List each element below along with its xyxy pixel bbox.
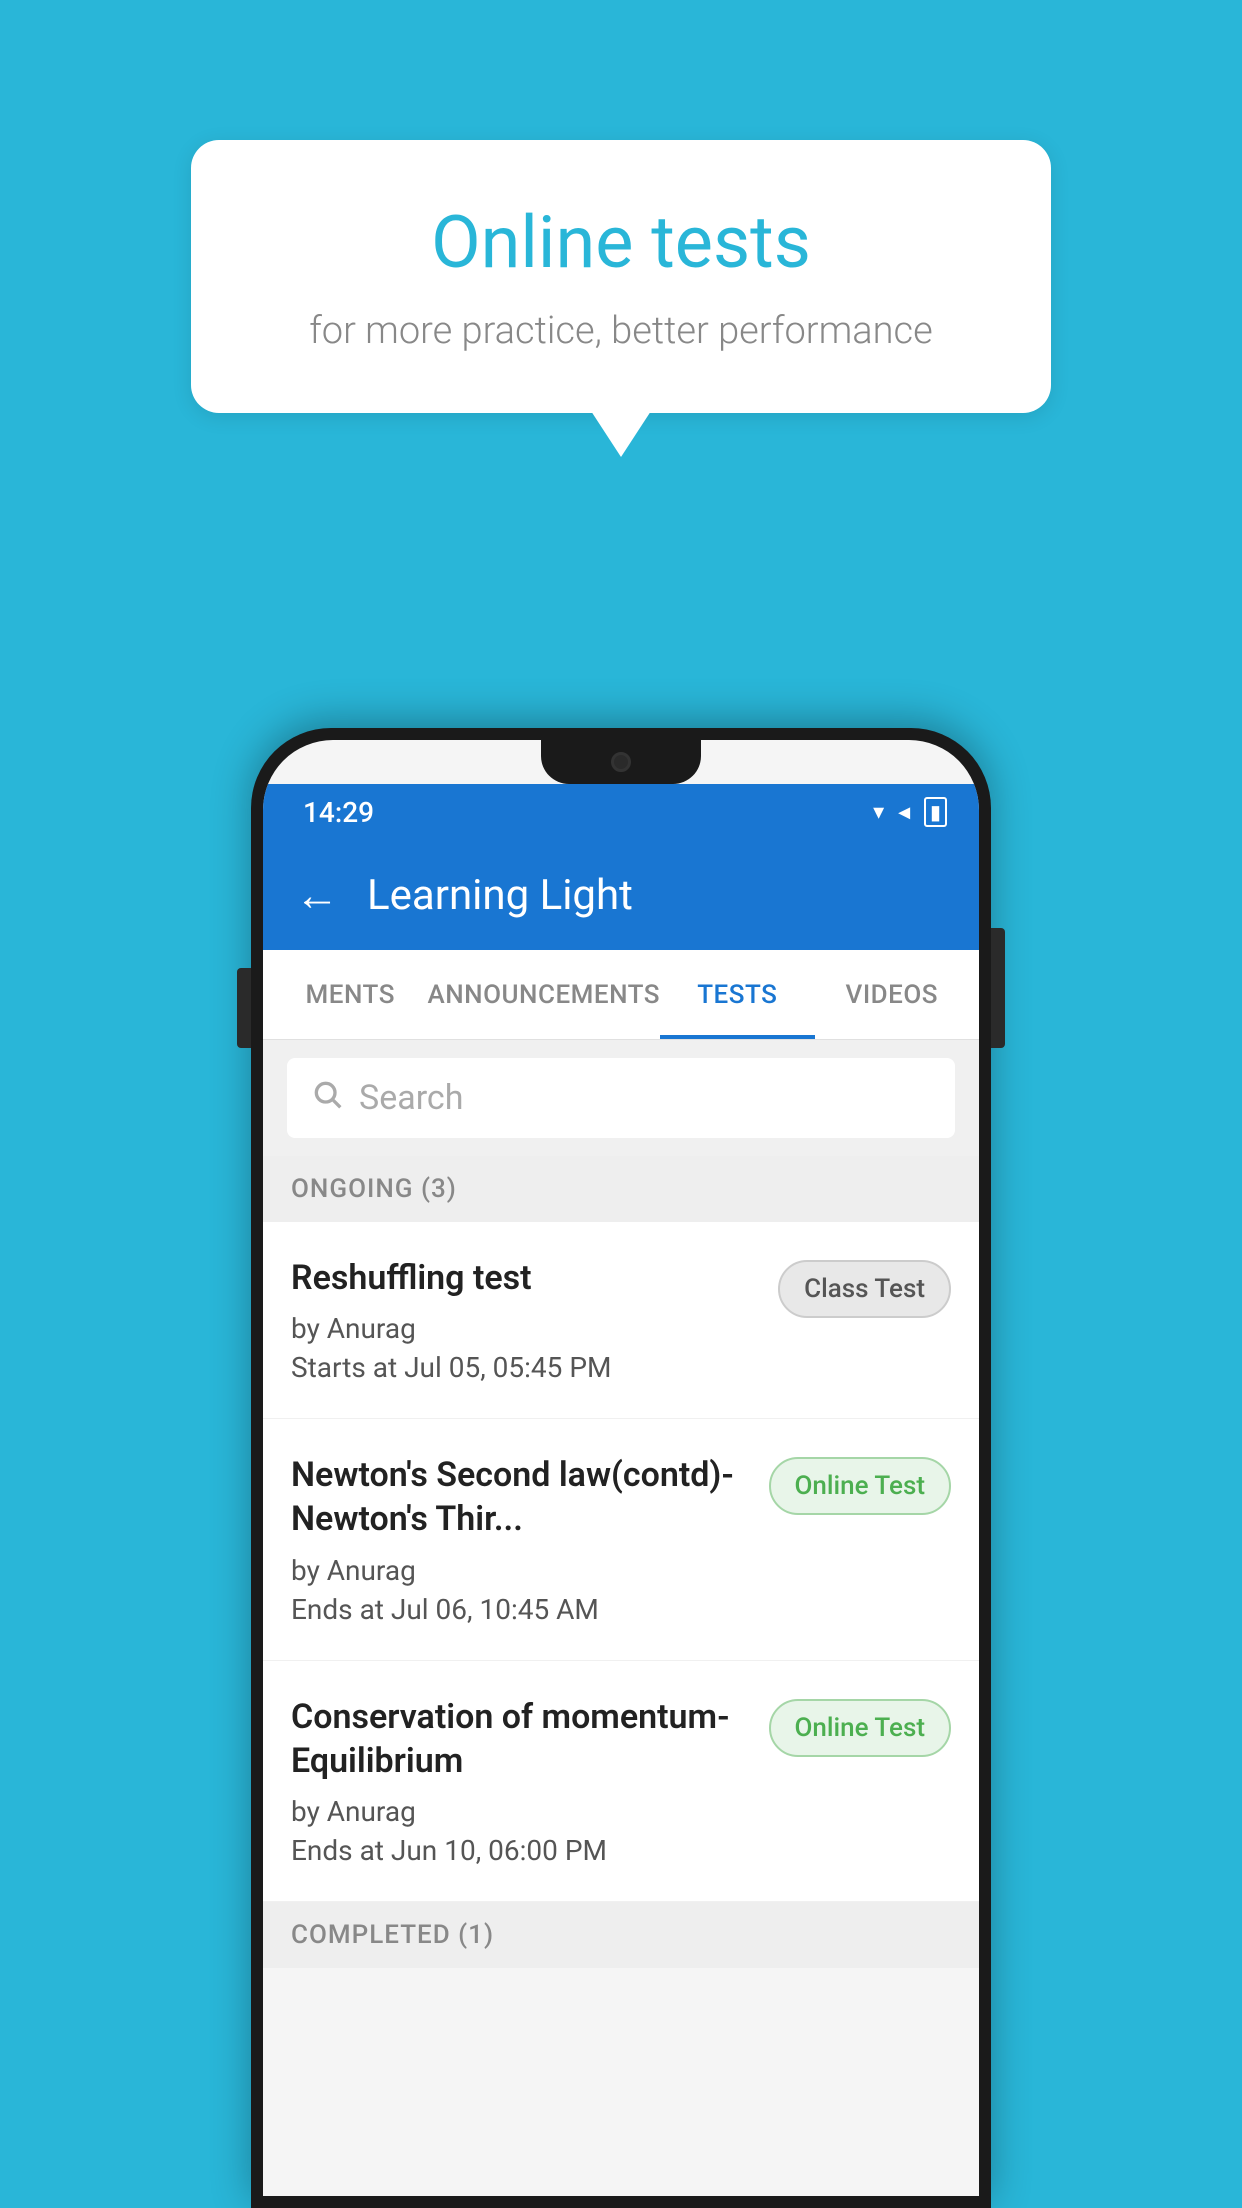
test-item[interactable]: Conservation of momentum-Equilibrium by …	[263, 1661, 979, 1902]
search-bar[interactable]: Search	[287, 1058, 955, 1138]
tab-videos[interactable]: VIDEOS	[815, 950, 969, 1039]
speech-bubble: Online tests for more practice, better p…	[191, 140, 1051, 413]
test-name-1: Reshuffling test	[291, 1256, 758, 1300]
test-name-2: Newton's Second law(contd)-Newton's Thir…	[291, 1453, 749, 1541]
status-icons: ▾ ◄ ▮	[873, 797, 947, 827]
ongoing-label: ONGOING (3)	[291, 1174, 457, 1204]
status-bar: 14:29 ▾ ◄ ▮	[263, 784, 979, 840]
app-title: Learning Light	[367, 871, 633, 920]
phone-outer: 14:29 ▾ ◄ ▮ ← Learning Light MENTS ANNOU…	[251, 728, 991, 2208]
tab-tests[interactable]: TESTS	[660, 950, 814, 1039]
test-info-2: Newton's Second law(contd)-Newton's Thir…	[291, 1453, 769, 1625]
status-time: 14:29	[303, 796, 374, 829]
completed-section-header: COMPLETED (1)	[263, 1902, 979, 1968]
test-item[interactable]: Reshuffling test by Anurag Starts at Jul…	[263, 1222, 979, 1419]
notch	[541, 740, 701, 784]
test-info-3: Conservation of momentum-Equilibrium by …	[291, 1695, 769, 1867]
search-icon	[311, 1077, 343, 1119]
test-time-3: Ends at Jun 10, 06:00 PM	[291, 1834, 749, 1867]
phone-container: 14:29 ▾ ◄ ▮ ← Learning Light MENTS ANNOU…	[251, 728, 991, 2208]
battery-icon: ▮	[924, 797, 947, 827]
test-badge-3: Online Test	[769, 1699, 952, 1757]
search-container: Search	[263, 1040, 979, 1156]
test-list: Reshuffling test by Anurag Starts at Jul…	[263, 1222, 979, 1902]
search-placeholder: Search	[359, 1078, 463, 1118]
tab-announcements[interactable]: ANNOUNCEMENTS	[427, 950, 660, 1039]
test-time-1: Starts at Jul 05, 05:45 PM	[291, 1351, 758, 1384]
bubble-subtitle: for more practice, better performance	[271, 309, 971, 353]
test-author-1: by Anurag	[291, 1312, 758, 1345]
tab-ments[interactable]: MENTS	[273, 950, 427, 1039]
back-button[interactable]: ←	[295, 869, 339, 921]
phone-screen: 14:29 ▾ ◄ ▮ ← Learning Light MENTS ANNOU…	[263, 740, 979, 2196]
camera	[611, 752, 631, 772]
bubble-title: Online tests	[271, 200, 971, 285]
speech-bubble-container: Online tests for more practice, better p…	[191, 140, 1051, 413]
signal-icon: ◄	[894, 800, 914, 825]
test-badge-2: Online Test	[769, 1457, 952, 1515]
app-header: ← Learning Light	[263, 840, 979, 950]
ongoing-section-header: ONGOING (3)	[263, 1156, 979, 1222]
test-item[interactable]: Newton's Second law(contd)-Newton's Thir…	[263, 1419, 979, 1660]
test-info-1: Reshuffling test by Anurag Starts at Jul…	[291, 1256, 778, 1384]
test-badge-1: Class Test	[778, 1260, 951, 1318]
tabs-bar: MENTS ANNOUNCEMENTS TESTS VIDEOS	[263, 950, 979, 1040]
wifi-icon: ▾	[873, 800, 884, 825]
test-time-2: Ends at Jul 06, 10:45 AM	[291, 1593, 749, 1626]
test-author-3: by Anurag	[291, 1795, 749, 1828]
test-author-2: by Anurag	[291, 1554, 749, 1587]
test-name-3: Conservation of momentum-Equilibrium	[291, 1695, 749, 1783]
completed-label: COMPLETED (1)	[291, 1920, 494, 1950]
